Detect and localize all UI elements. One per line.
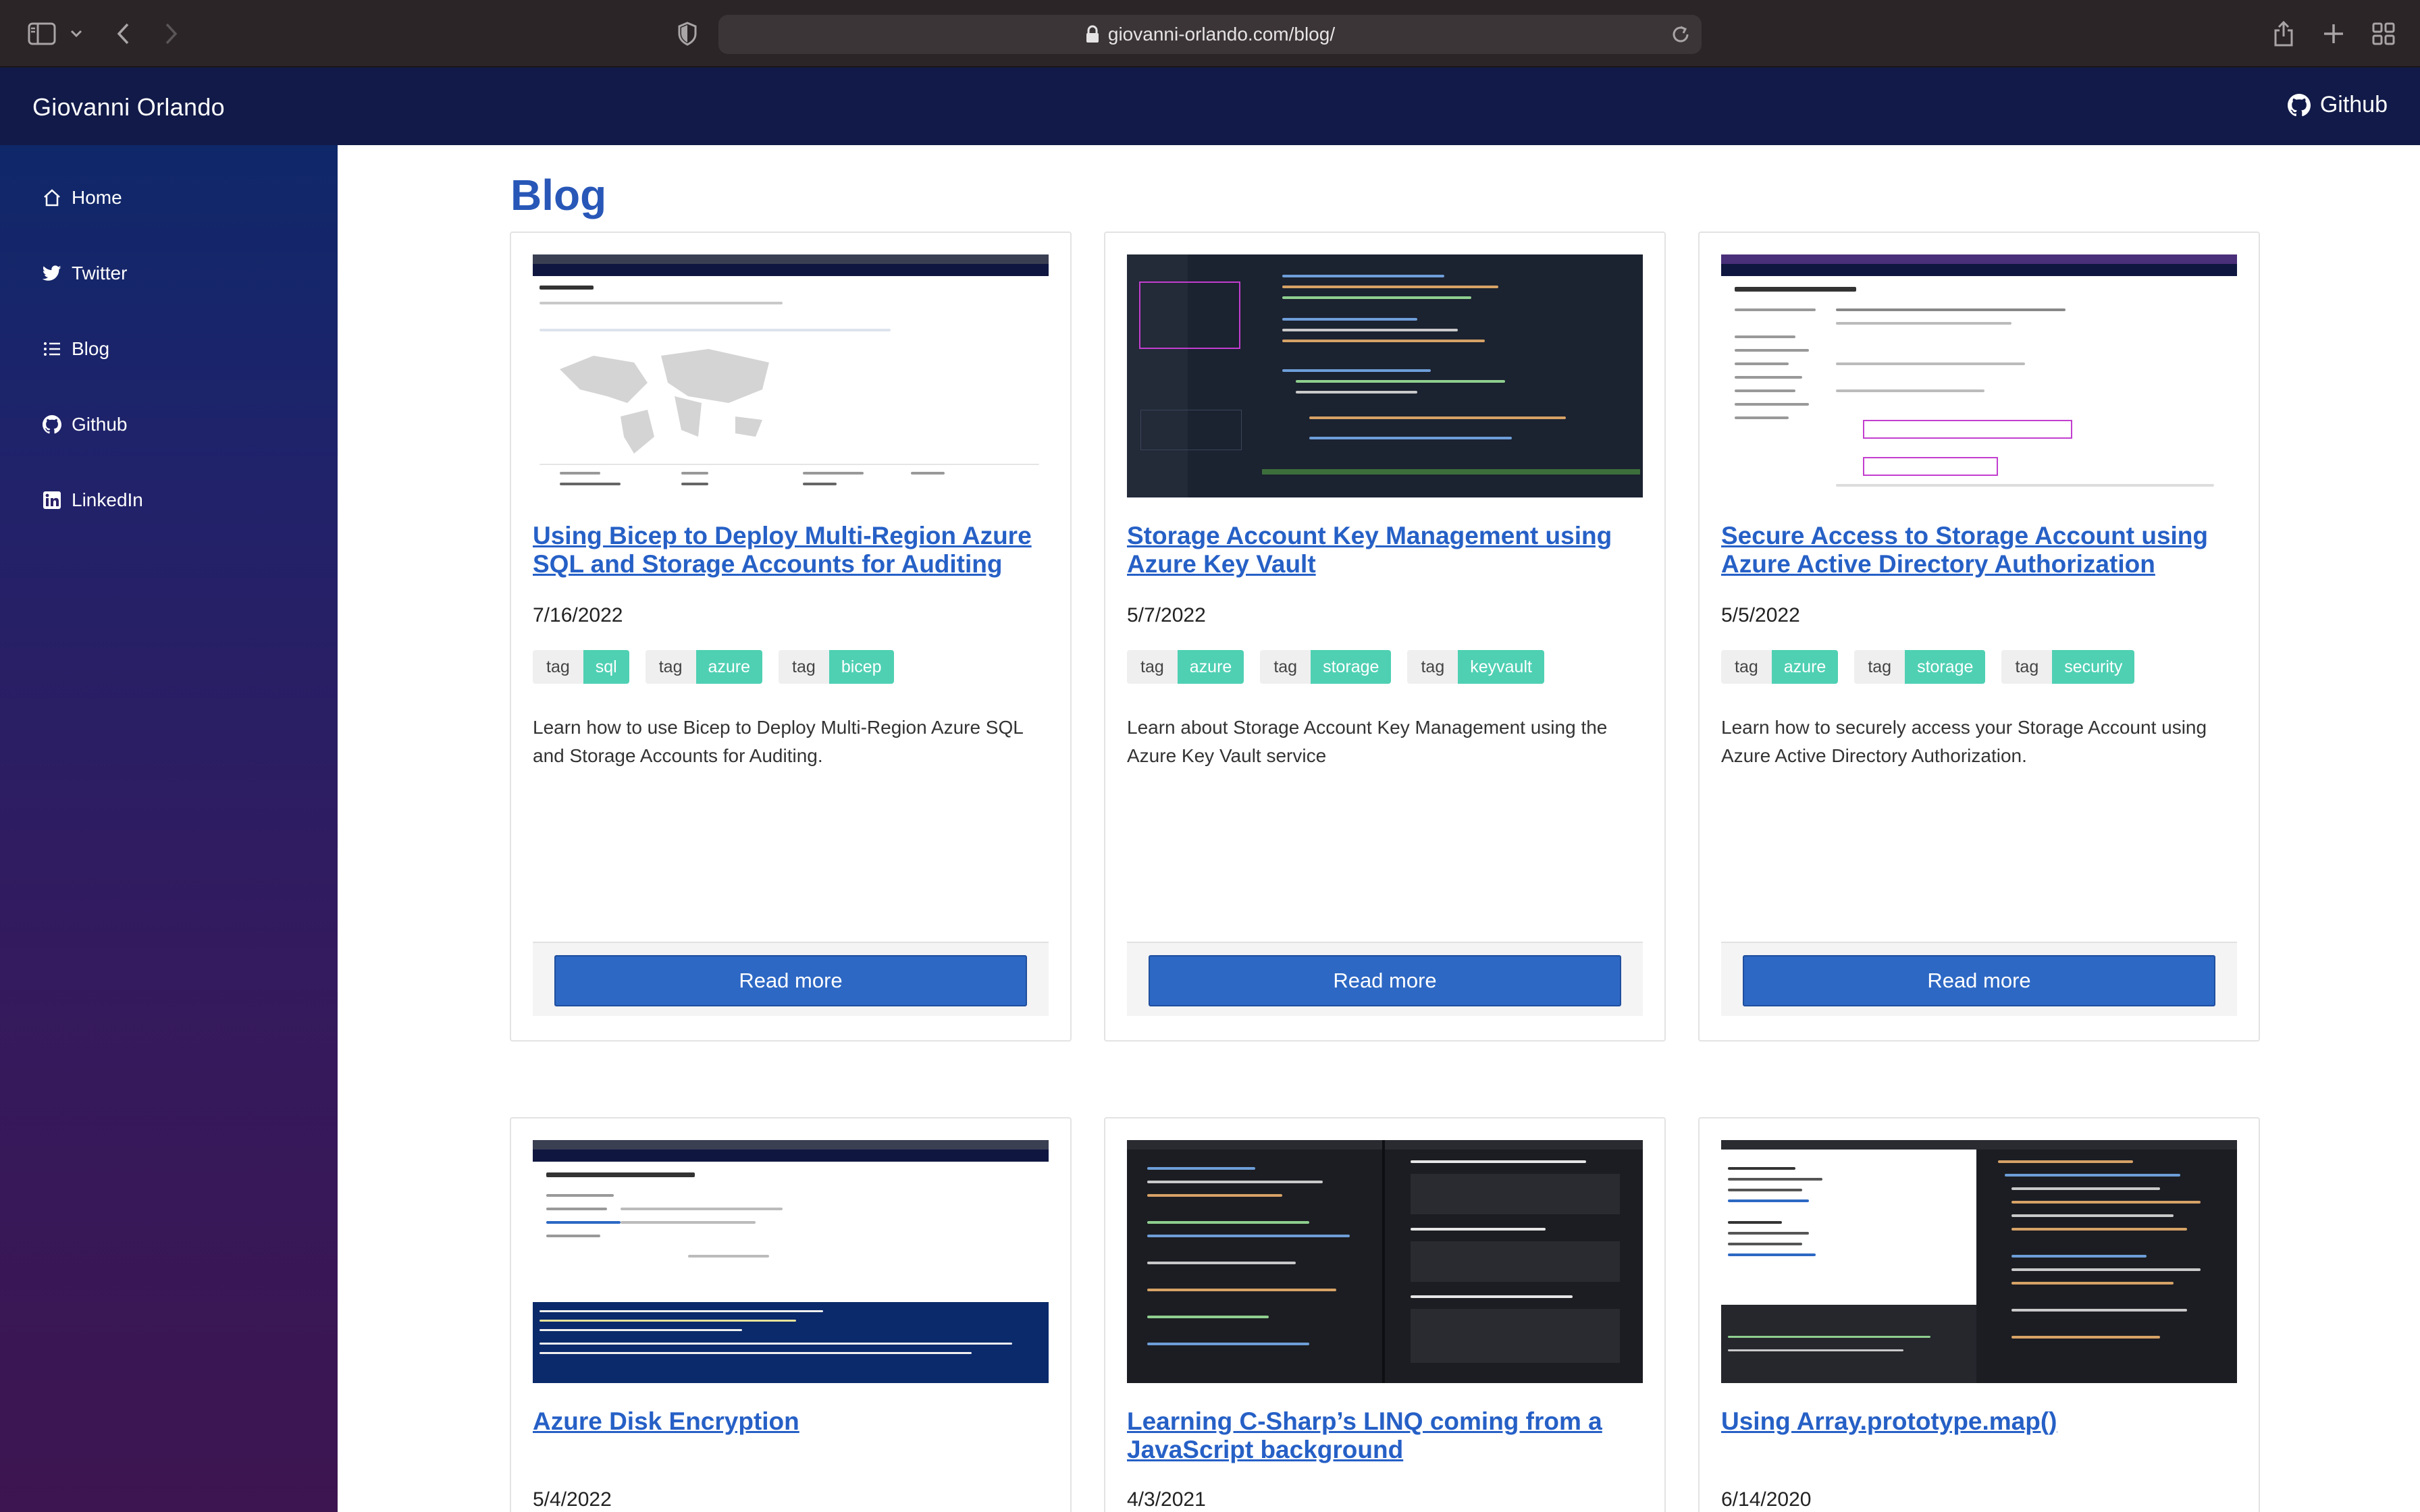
post-title-link[interactable]: Using Bicep to Deploy Multi-Region Azure… [533, 522, 1049, 578]
sidebar-item-label: Github [72, 414, 128, 435]
url-text: giovanni-orlando.com/blog/ [1107, 24, 1336, 45]
lock-icon [1085, 25, 1100, 44]
post-title-link[interactable]: Using Array.prototype.map() [1721, 1407, 2237, 1436]
post-title-link[interactable]: Azure Disk Encryption [533, 1407, 1049, 1436]
tag-list: tag sql tag azure tag bicep [533, 650, 910, 684]
post-thumbnail[interactable] [1127, 254, 1643, 497]
sidebar-toggle-icon[interactable] [26, 19, 58, 49]
tag[interactable]: tag azure [1721, 650, 1839, 684]
browser-toolbar: giovanni-orlando.com/blog/ [0, 0, 2420, 68]
tag-list: tag azure tag storage tag security [1721, 650, 2151, 684]
linkedin-icon [42, 490, 62, 510]
sidebar-item-label: Home [72, 187, 122, 208]
github-header-link[interactable]: Github [2287, 92, 2388, 118]
sidebar-item-home[interactable]: Home [42, 187, 122, 209]
post-thumbnail[interactable] [1127, 1140, 1643, 1383]
post-thumbnail[interactable] [533, 1140, 1049, 1383]
sidebar-item-linkedin[interactable]: LinkedIn [42, 489, 143, 511]
github-header-label: Github [2319, 92, 2388, 117]
post-thumbnail[interactable] [1721, 254, 2237, 497]
back-icon[interactable] [111, 19, 135, 49]
tab-overview-icon[interactable] [2370, 19, 2397, 49]
privacy-shield-icon[interactable] [674, 19, 701, 49]
sidebar-item-github[interactable]: Github [42, 414, 128, 435]
forward-icon[interactable] [159, 19, 184, 49]
site-title[interactable]: Giovanni Orlando [32, 93, 225, 122]
post-title-link[interactable]: Secure Access to Storage Account using A… [1721, 522, 2237, 578]
tag[interactable]: tag azure [1127, 650, 1244, 684]
sidebar-item-label: Blog [72, 338, 110, 359]
tag[interactable]: tag storage [1854, 650, 1986, 684]
read-more-button[interactable]: Read more [554, 955, 1027, 1006]
list-icon [42, 339, 62, 359]
post-title-link[interactable]: Learning C-Sharp’s LINQ coming from a Ja… [1127, 1407, 1643, 1464]
read-more-button[interactable]: Read more [1149, 955, 1621, 1006]
share-icon[interactable] [2270, 19, 2297, 49]
page-title: Blog [510, 171, 607, 219]
twitter-icon [42, 263, 62, 284]
post-description: Learn how to use Bicep to Deploy Multi-R… [533, 717, 1023, 766]
tag[interactable]: tag azure [645, 650, 763, 684]
post-description: Learn how to securely access your Storag… [1721, 717, 2207, 766]
read-more-button[interactable]: Read more [1743, 955, 2215, 1006]
sidebar-item-label: LinkedIn [72, 489, 143, 510]
tag[interactable]: tag storage [1260, 650, 1392, 684]
tag[interactable]: tag security [2001, 650, 2135, 684]
post-date: 5/7/2022 [1127, 604, 1206, 626]
post-description: Learn about Storage Account Key Manageme… [1127, 717, 1608, 766]
tag[interactable]: tag keyvault [1407, 650, 1544, 684]
post-date: 7/16/2022 [533, 604, 623, 626]
home-icon [42, 188, 62, 208]
post-thumbnail[interactable] [1721, 1140, 2237, 1383]
github-icon [2287, 93, 2311, 116]
post-card-footer: Read more [533, 942, 1049, 1016]
tag[interactable]: tag bicep [779, 650, 894, 684]
post-date: 5/4/2022 [533, 1488, 612, 1511]
sidebar-item-label: Twitter [72, 263, 128, 284]
post-card: Azure Disk Encryption 5/4/2022 [510, 1117, 1072, 1512]
post-date: 4/3/2021 [1127, 1488, 1206, 1511]
post-date: 5/5/2022 [1721, 604, 1800, 626]
github-icon [42, 414, 62, 435]
post-card-footer: Read more [1721, 942, 2237, 1016]
post-card: Learning C-Sharp’s LINQ coming from a Ja… [1104, 1117, 1666, 1512]
address-bar[interactable]: giovanni-orlando.com/blog/ [718, 15, 1702, 54]
site-header: Giovanni Orlando Github [0, 68, 2420, 145]
post-card: Using Array.prototype.map() 6/14/2020 [1698, 1117, 2260, 1512]
tag[interactable]: tag sql [533, 650, 629, 684]
chevron-down-icon[interactable] [68, 19, 85, 49]
post-card-footer: Read more [1127, 942, 1643, 1016]
reload-icon[interactable] [1669, 23, 1692, 46]
sidebar-item-twitter[interactable]: Twitter [42, 263, 127, 284]
post-title-link[interactable]: Storage Account Key Management using Azu… [1127, 522, 1643, 578]
new-tab-icon[interactable] [2320, 19, 2347, 49]
post-card: Using Bicep to Deploy Multi-Region Azure… [510, 232, 1072, 1042]
post-card: Storage Account Key Management using Azu… [1104, 232, 1666, 1042]
post-date: 6/14/2020 [1721, 1488, 1812, 1511]
sidebar-item-blog[interactable]: Blog [42, 338, 109, 360]
post-card: Secure Access to Storage Account using A… [1698, 232, 2260, 1042]
sidebar: Home Twitter Blog Github LinkedIn [0, 145, 338, 1512]
tag-list: tag azure tag storage tag keyvault [1127, 650, 1560, 684]
post-thumbnail[interactable] [533, 254, 1049, 497]
